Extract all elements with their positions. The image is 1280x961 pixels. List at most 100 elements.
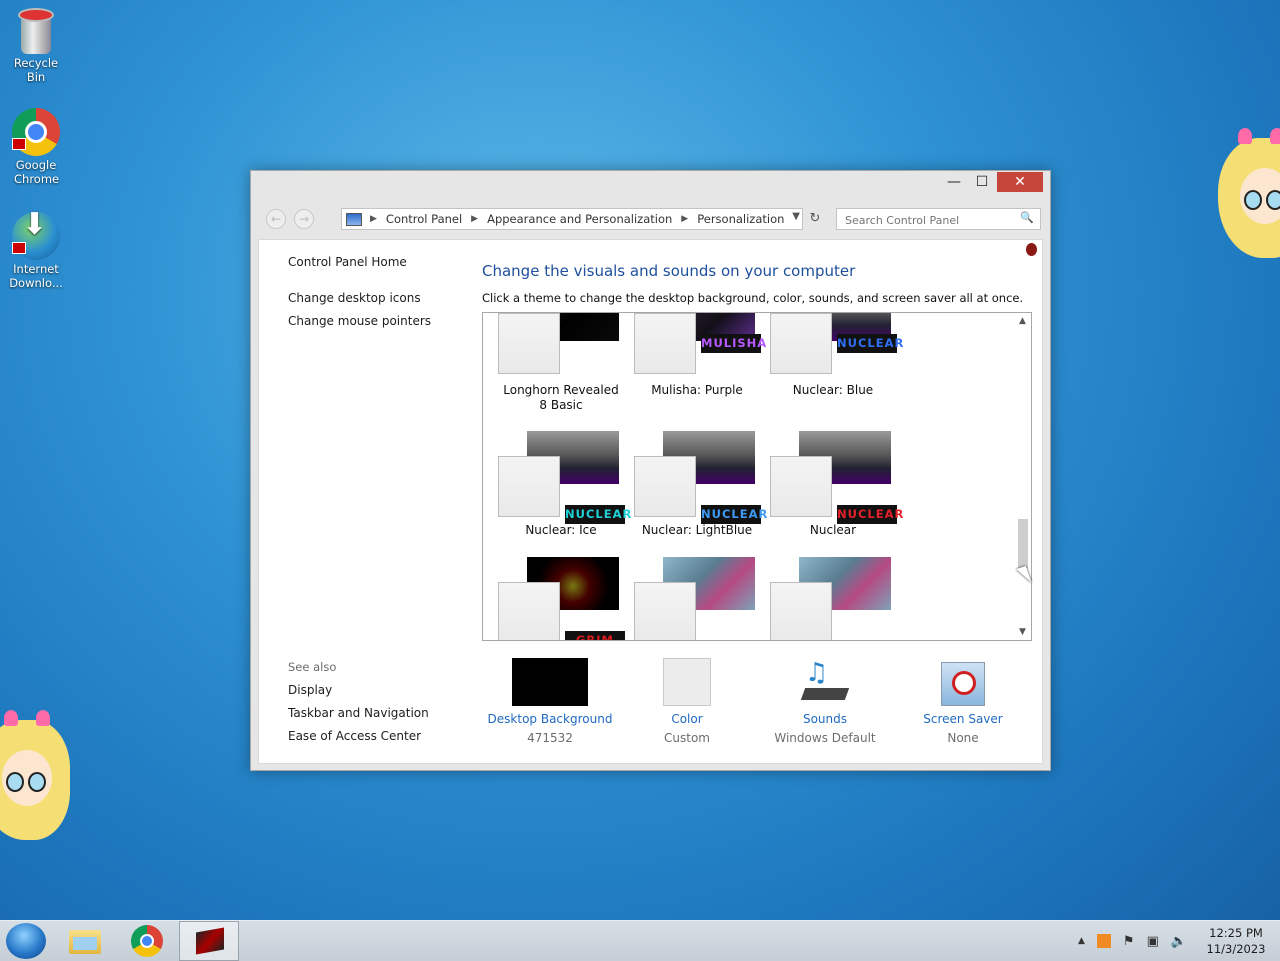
network-icon[interactable]: ▣ [1147, 934, 1159, 949]
clock-time: 12:25 PM [1209, 926, 1263, 940]
recycle-bin-icon [18, 8, 54, 54]
desktop-icon-internet-download-manager[interactable]: Internet Downlo... [4, 212, 68, 290]
theme-color-swatch [770, 313, 832, 374]
forward-button[interactable]: → [294, 209, 314, 229]
theme-list[interactable]: Longhorn Revealed 8 Basic MULISHA Mulish… [482, 312, 1032, 641]
help-icon[interactable] [1026, 243, 1037, 256]
show-hidden-icons-icon[interactable]: ▲ [1078, 936, 1085, 946]
color-swatch-preview [663, 658, 711, 706]
chevron-down-icon[interactable]: ▼ [792, 211, 800, 222]
theme-logo: NUCLEAR [565, 505, 631, 524]
theme-color-swatch [498, 582, 560, 640]
chrome-icon [131, 925, 163, 957]
scrollbar-thumb[interactable] [1018, 519, 1028, 568]
search-box[interactable]: 🔍 [836, 208, 1041, 230]
ease-of-access-link[interactable]: Ease of Access Center [288, 729, 421, 743]
clock-date: 11/3/2023 [1206, 942, 1266, 956]
screen-saver-link[interactable]: Screen Saver [897, 712, 1029, 726]
theme-logo: GRIM [565, 631, 625, 640]
desktop-icon-label: Google Chrome [14, 158, 60, 186]
theme-name: Nuclear: LightBlue [641, 523, 753, 537]
theme-logo: NUCLEAR [701, 505, 767, 524]
change-desktop-icons-link[interactable]: Change desktop icons [288, 291, 421, 305]
screen-saver-icon [941, 662, 985, 706]
theme-name: Nuclear: Blue [792, 383, 874, 397]
flag-icon[interactable]: ⚑ [1123, 934, 1135, 949]
theme-logo: MULISHA [701, 334, 766, 353]
color-setting[interactable]: Color Custom [621, 658, 753, 745]
start-button[interactable] [6, 923, 46, 959]
theme-name: Nuclear [809, 523, 857, 537]
taskbar-google-chrome[interactable] [117, 921, 177, 961]
chevron-right-icon: ▶ [681, 214, 689, 224]
theme-color-swatch [634, 582, 696, 640]
theme-color-swatch [498, 313, 560, 374]
color-link[interactable]: Color [621, 712, 753, 726]
theme-color-swatch [634, 456, 696, 517]
breadcrumb-control-panel[interactable]: Control Panel [386, 212, 462, 226]
maximize-button[interactable]: ☐ [969, 172, 995, 192]
taskbar-clock[interactable]: 12:25 PM 11/3/2023 [1200, 925, 1272, 957]
desktop-icon-recycle-bin[interactable]: Recycle Bin [4, 8, 68, 84]
page-title: Change the visuals and sounds on your co… [482, 262, 856, 280]
control-panel-home-link[interactable]: Control Panel Home [288, 255, 407, 269]
screen-saver-value: None [947, 731, 979, 745]
chevron-down-icon[interactable]: ▼ [1014, 624, 1031, 640]
folder-icon [69, 930, 101, 954]
search-icon[interactable]: 🔍 [1020, 211, 1034, 224]
personalization-window: — ☐ ✕ ← → ▶ Control Panel ▶ Appearance a… [250, 170, 1051, 771]
content-area: Control Panel Home Change desktop icons … [258, 239, 1043, 764]
desktop-icon-label: Recycle Bin [13, 56, 59, 84]
volume-icon[interactable]: 🔈 [1171, 934, 1187, 949]
color-value: Custom [664, 731, 710, 745]
taskbar: ▲ ⚑ ▣ 🔈 12:25 PM 11/3/2023 [0, 920, 1280, 961]
theme-name: Nuclear: Ice [525, 523, 597, 537]
breadcrumb-appearance[interactable]: Appearance and Personalization [487, 212, 672, 226]
address-bar[interactable]: ▶ Control Panel ▶ Appearance and Persona… [341, 208, 803, 230]
chevron-up-icon[interactable]: ▲ [1014, 313, 1031, 329]
page-description: Click a theme to change the desktop back… [482, 291, 1024, 305]
character-art-left [0, 710, 70, 840]
refresh-icon[interactable]: ↻ [805, 209, 825, 229]
desktop-icon-label: Internet Downlo... [9, 262, 63, 290]
desktop-background-setting[interactable]: Desktop Background 471532 [484, 658, 616, 745]
character-art-right [1218, 128, 1280, 258]
back-button[interactable]: ← [266, 209, 286, 229]
desktop-background-value: 471532 [527, 731, 573, 745]
download-manager-icon [12, 212, 60, 260]
theme-color-swatch [634, 313, 696, 374]
change-mouse-pointers-link[interactable]: Change mouse pointers [288, 314, 431, 328]
theme-color-swatch [498, 456, 560, 517]
personalization-icon [196, 927, 224, 955]
chrome-icon [12, 108, 60, 156]
desktop-icon-google-chrome[interactable]: Google Chrome [4, 108, 68, 186]
control-panel-icon [346, 212, 362, 226]
desktop-background-preview [512, 658, 588, 706]
display-link[interactable]: Display [288, 683, 332, 697]
close-button[interactable]: ✕ [997, 172, 1043, 192]
chevron-right-icon: ▶ [471, 214, 479, 224]
theme-logo: NUCLEAR [837, 505, 903, 524]
taskbar-file-explorer[interactable] [55, 921, 115, 961]
sounds-link[interactable]: Sounds [759, 712, 891, 726]
theme-list-scrollbar[interactable]: ▲ ▼ [1014, 313, 1031, 640]
title-bar[interactable]: — ☐ ✕ [251, 171, 1050, 201]
chevron-right-icon: ▶ [370, 214, 377, 224]
theme-color-swatch [770, 456, 832, 517]
screen-saver-setting[interactable]: Screen Saver None [897, 658, 1029, 745]
sounds-setting[interactable]: ♫ Sounds Windows Default [759, 658, 891, 745]
taskbar-navigation-link[interactable]: Taskbar and Navigation [288, 706, 429, 720]
theme-logo: NUCLEAR [837, 334, 903, 353]
app-tray-icon[interactable] [1096, 934, 1111, 948]
search-input[interactable] [843, 210, 1017, 230]
theme-color-swatch [770, 582, 832, 640]
desktop-background-link[interactable]: Desktop Background [484, 712, 616, 726]
breadcrumb-personalization[interactable]: Personalization [697, 212, 784, 226]
sounds-value: Windows Default [774, 731, 876, 745]
taskbar-personalization[interactable] [179, 921, 239, 961]
theme-name: Mulisha: Purple [651, 383, 743, 397]
see-also-heading: See also [288, 660, 337, 674]
minimize-button[interactable]: — [941, 172, 967, 192]
sounds-icon: ♫ [800, 658, 850, 706]
navigation-bar: ← → ▶ Control Panel ▶ Appearance and Per… [251, 207, 1050, 233]
